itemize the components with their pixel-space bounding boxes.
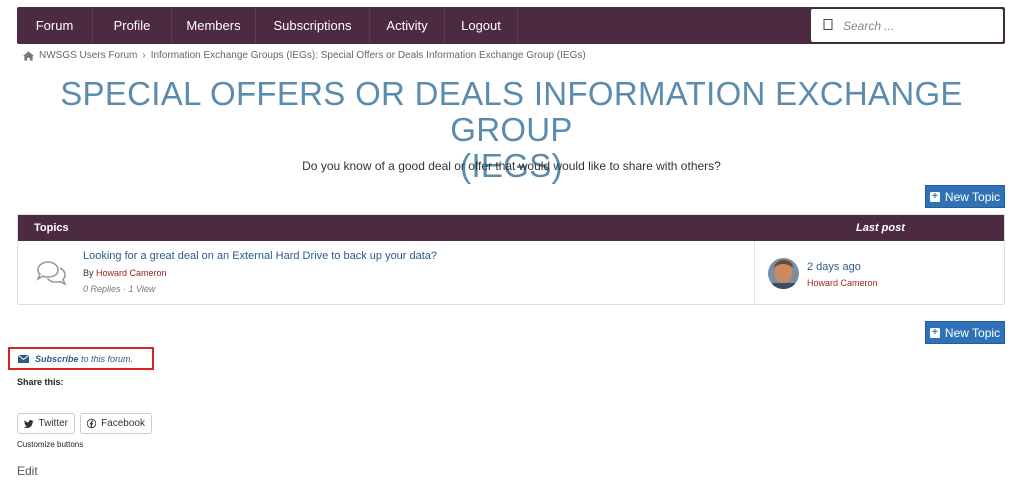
avatar[interactable] <box>768 258 799 289</box>
topic-author-line: By Howard Cameron <box>83 268 167 278</box>
nav-activity[interactable]: Activity <box>370 7 445 44</box>
subscribe-box: Subscribe to this forum. <box>8 347 154 370</box>
plus-icon: + <box>929 327 940 338</box>
search-input[interactable] <box>841 17 995 34</box>
new-topic-label: New Topic <box>944 189 1001 204</box>
new-topic-label: New Topic <box>944 325 1001 340</box>
column-divider <box>754 241 755 305</box>
twitter-share-button[interactable]: Twitter <box>17 413 75 434</box>
topic-title-link[interactable]: Looking for a great deal on an External … <box>83 250 437 262</box>
topic-stats: 0 Replies · 1 View <box>83 284 156 294</box>
nav-forum[interactable]: Forum <box>17 7 93 44</box>
breadcrumb-home[interactable]: NWSGS Users Forum <box>39 50 137 61</box>
twitter-icon <box>24 419 34 428</box>
nav-subscriptions[interactable]: Subscriptions <box>256 7 370 44</box>
facebook-share-button[interactable]: Facebook <box>80 413 152 434</box>
column-topics: Topics <box>34 222 69 234</box>
plus-icon: + <box>929 191 940 202</box>
last-post-author-link[interactable]: Howard Cameron <box>807 278 878 288</box>
subscribe-rest: to this forum. <box>81 353 134 364</box>
edit-link[interactable]: Edit <box>17 464 38 478</box>
last-post-time-link[interactable]: 2 days ago <box>807 261 861 273</box>
topic-author-link[interactable]: Howard Cameron <box>96 268 167 278</box>
column-last-post: Last post <box>856 222 905 234</box>
by-label: By <box>83 268 94 278</box>
topics-table: Topics Last post Looking for a great dea… <box>17 214 1005 305</box>
subscribe-link[interactable]: Subscribe <box>35 354 79 364</box>
search-icon <box>815 18 841 33</box>
breadcrumb-current[interactable]: Information Exchange Groups (IEGs): Spec… <box>151 50 586 61</box>
facebook-icon <box>87 418 97 429</box>
home-icon <box>23 50 34 61</box>
chevron-right-icon: › <box>142 50 146 61</box>
nav-profile[interactable]: Profile <box>93 7 172 44</box>
breadcrumb: NWSGS Users Forum › Information Exchange… <box>23 50 586 61</box>
twitter-label: Twitter <box>38 418 68 429</box>
main-nav: Forum Profile Members Subscriptions Acti… <box>17 7 1005 44</box>
page-title-line1: SPECIAL OFFERS OR DEALS INFORMATION EXCH… <box>60 75 963 148</box>
new-topic-button-top[interactable]: + New Topic <box>925 185 1005 208</box>
comments-icon <box>36 261 67 286</box>
nav-members[interactable]: Members <box>172 7 256 44</box>
table-row: Looking for a great deal on an External … <box>18 241 1004 305</box>
customize-buttons-link[interactable]: Customize buttons <box>17 440 83 449</box>
search-box[interactable] <box>810 8 1004 43</box>
envelope-icon <box>18 354 29 363</box>
new-topic-button-bottom[interactable]: + New Topic <box>925 321 1005 344</box>
share-heading: Share this: <box>17 377 64 387</box>
table-header: Topics Last post <box>18 215 1004 241</box>
nav-logout[interactable]: Logout <box>445 7 518 44</box>
facebook-label: Facebook <box>101 418 145 429</box>
forum-description: Do you know of a good deal or offer that… <box>302 159 721 173</box>
